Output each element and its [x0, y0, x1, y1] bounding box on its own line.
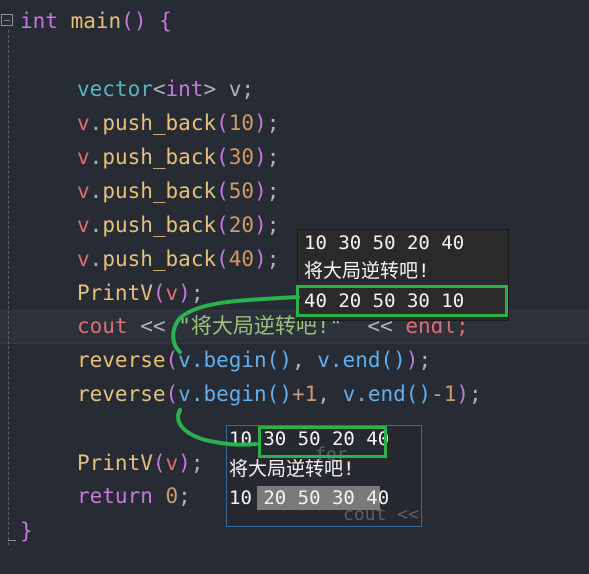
code-editor[interactable]: − int main() { vector<int> v; v.push_bac…	[0, 0, 589, 574]
annotation-arrows	[171, 295, 300, 447]
annotation-curve	[176, 408, 258, 447]
annotation-curve	[171, 295, 300, 354]
